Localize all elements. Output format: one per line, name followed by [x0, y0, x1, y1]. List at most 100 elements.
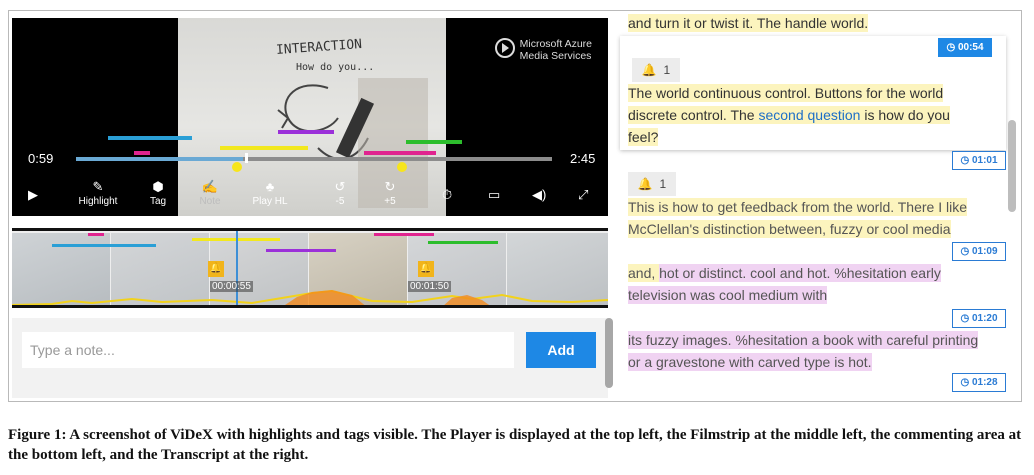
highlight-bar-magenta[interactable] [134, 151, 150, 155]
duration: 2:45 [570, 151, 596, 166]
fullscreen-icon: ⤢ [578, 187, 589, 202]
highlight-label: Highlight [78, 196, 118, 207]
transcript-text: This is how to get feedback from the wor… [628, 198, 968, 216]
brand-line-1: Microsoft Azure [519, 38, 592, 50]
tag-badge[interactable]: 🔔 1 [628, 172, 676, 196]
note-button[interactable]: ✍ Note [194, 179, 226, 208]
keyword[interactable]: second question [758, 106, 861, 124]
tag-badge[interactable]: 🔔 1 [632, 58, 680, 82]
timestamp-button[interactable]: ◷ 01:09 [952, 242, 1006, 261]
rewind-5-button[interactable]: ↺ -5 [330, 179, 350, 208]
forward-icon: ↻ [384, 179, 396, 194]
tag-marker[interactable] [232, 162, 242, 172]
audio-waveform [12, 289, 608, 305]
brand-line-2: Media Services [519, 50, 592, 62]
filmstrip-highlight-magenta [374, 233, 434, 236]
transcript-line[interactable]: or a gravestone with carved type is hot. [628, 351, 872, 373]
transcript-line[interactable]: discrete control. The second question is… [628, 104, 950, 126]
transcript-text: feel? [628, 128, 659, 146]
tag-time: 00:00:55 [210, 281, 253, 292]
brand-logo: Microsoft Azure Media Services [494, 38, 592, 62]
transcript-text: how do you [878, 106, 950, 124]
captions-icon: ▭ [488, 187, 501, 202]
highlight-bar-blue[interactable] [108, 136, 192, 140]
note-input[interactable] [22, 332, 514, 368]
timestamp-button[interactable]: ◷ 01:20 [952, 309, 1006, 328]
brush-icon: ✎ [92, 179, 104, 194]
forward-5-button[interactable]: ↻ +5 [378, 179, 402, 208]
tag-count: 1 [659, 177, 667, 191]
transcript-text: McClellan's distinction between, fuzzy o… [628, 220, 951, 238]
current-time: 0:59 [28, 151, 54, 166]
transcript-line[interactable]: This is how to get feedback from the wor… [628, 196, 968, 218]
timestamp-text: 01:01 [971, 155, 998, 166]
tag-time: 00:01:50 [408, 281, 451, 292]
transcript-text: hot or distinct. cool and hot. %hesitati… [659, 264, 941, 282]
bell-icon: 🔔 [419, 263, 433, 274]
play-button[interactable]: ▶ [28, 188, 38, 204]
seek-bar[interactable] [76, 157, 552, 161]
filmstrip-highlight-green [428, 241, 498, 244]
transcript-line[interactable]: McClellan's distinction between, fuzzy o… [628, 218, 951, 240]
timestamp-text: 01:20 [971, 313, 998, 324]
transcript-text: is [860, 106, 879, 124]
forward-label: +5 [384, 196, 396, 207]
tag-marker[interactable] [397, 162, 407, 172]
left-scrollbar[interactable] [603, 318, 613, 388]
timestamp-button[interactable]: ◷ 00:54 [938, 38, 992, 57]
highlight-bar-magenta[interactable] [364, 151, 436, 155]
figure-caption: Figure 1: A screenshot of ViDeX with hig… [8, 427, 1022, 463]
left-scrollbar-thumb[interactable] [605, 318, 613, 388]
transcript-line[interactable]: The world continuous control. Buttons fo… [628, 82, 944, 104]
tag-count: 1 [663, 63, 671, 77]
seek-bar-progress [76, 157, 243, 161]
highlight-bar-green[interactable] [406, 140, 462, 144]
bell-icon: 🔔 [209, 263, 223, 274]
timestamp-text: 01:09 [971, 246, 998, 257]
highlight-bar-yellow[interactable] [220, 146, 308, 150]
highlight-bar-purple[interactable] [278, 130, 334, 134]
filmstrip-highlight-purple [266, 249, 336, 252]
volume-icon: ◀) [532, 187, 547, 202]
filmstrip[interactable]: 🔔 00:00:55 🔔 00:01:50 [12, 228, 608, 308]
transcript-line[interactable]: feel? [628, 126, 659, 148]
timestamp-button[interactable]: ◷ 01:01 [952, 151, 1006, 170]
tag-flag[interactable]: 🔔 [418, 261, 434, 277]
play-hl-label: Play HL [252, 196, 288, 207]
fullscreen-button[interactable]: ⤢ [578, 188, 588, 204]
stopwatch-icon: ⏱ [442, 187, 453, 202]
transcript-text: and, [628, 264, 660, 282]
transcript-segment-active[interactable]: ◷ 00:54 🔔 1 The world continuous control… [620, 36, 1006, 150]
transcript-line[interactable]: and turn it or twist it. The handle worl… [628, 12, 869, 34]
rewind-icon: ↺ [334, 179, 346, 194]
video-player[interactable]: INTERACTION How do you... Microsoft Azur… [12, 18, 608, 216]
filmstrip-highlight-magenta [88, 233, 104, 236]
add-note-button[interactable]: Add [526, 332, 596, 368]
timestamp-text: 01:28 [971, 377, 998, 388]
note-label: Note [199, 196, 221, 207]
timestamp-button[interactable]: ◷ 01:28 [952, 373, 1006, 392]
captions-button[interactable]: ▭ [488, 188, 500, 204]
seek-handle[interactable] [245, 153, 248, 163]
tag-icon: ⬢ [152, 179, 164, 194]
transcript-text: its fuzzy images. %hesitation a book wit… [628, 331, 979, 349]
play-icon: ▶ [28, 187, 38, 202]
transcript-text: The world continuous control. Buttons fo… [628, 84, 944, 102]
tag-button[interactable]: ⬢ Tag [142, 179, 174, 208]
highlight-button[interactable]: ✎ Highlight [72, 179, 124, 208]
play-hl-icon: ♣ [265, 179, 275, 194]
filmstrip-playhead[interactable] [236, 231, 238, 305]
transcript-panel: and turn it or twist it. The handle worl… [616, 10, 1020, 400]
rewind-label: -5 [335, 196, 345, 207]
filmstrip-highlight-blue [52, 244, 156, 247]
azure-media-icon [494, 38, 515, 58]
transcript-line[interactable]: its fuzzy images. %hesitation a book wit… [628, 329, 979, 351]
tag-flag[interactable]: 🔔 [208, 261, 224, 277]
volume-button[interactable]: ◀) [532, 188, 546, 204]
transcript-scrollbar[interactable] [1008, 120, 1016, 212]
edit-icon: ✍ [201, 179, 219, 194]
transcript-line[interactable]: television was cool medium with [628, 284, 828, 306]
speed-button[interactable]: ⏱ [442, 188, 452, 204]
play-highlights-button[interactable]: ♣ Play HL [248, 179, 292, 208]
transcript-line[interactable]: and, hot or distinct. cool and hot. %hes… [628, 262, 941, 284]
